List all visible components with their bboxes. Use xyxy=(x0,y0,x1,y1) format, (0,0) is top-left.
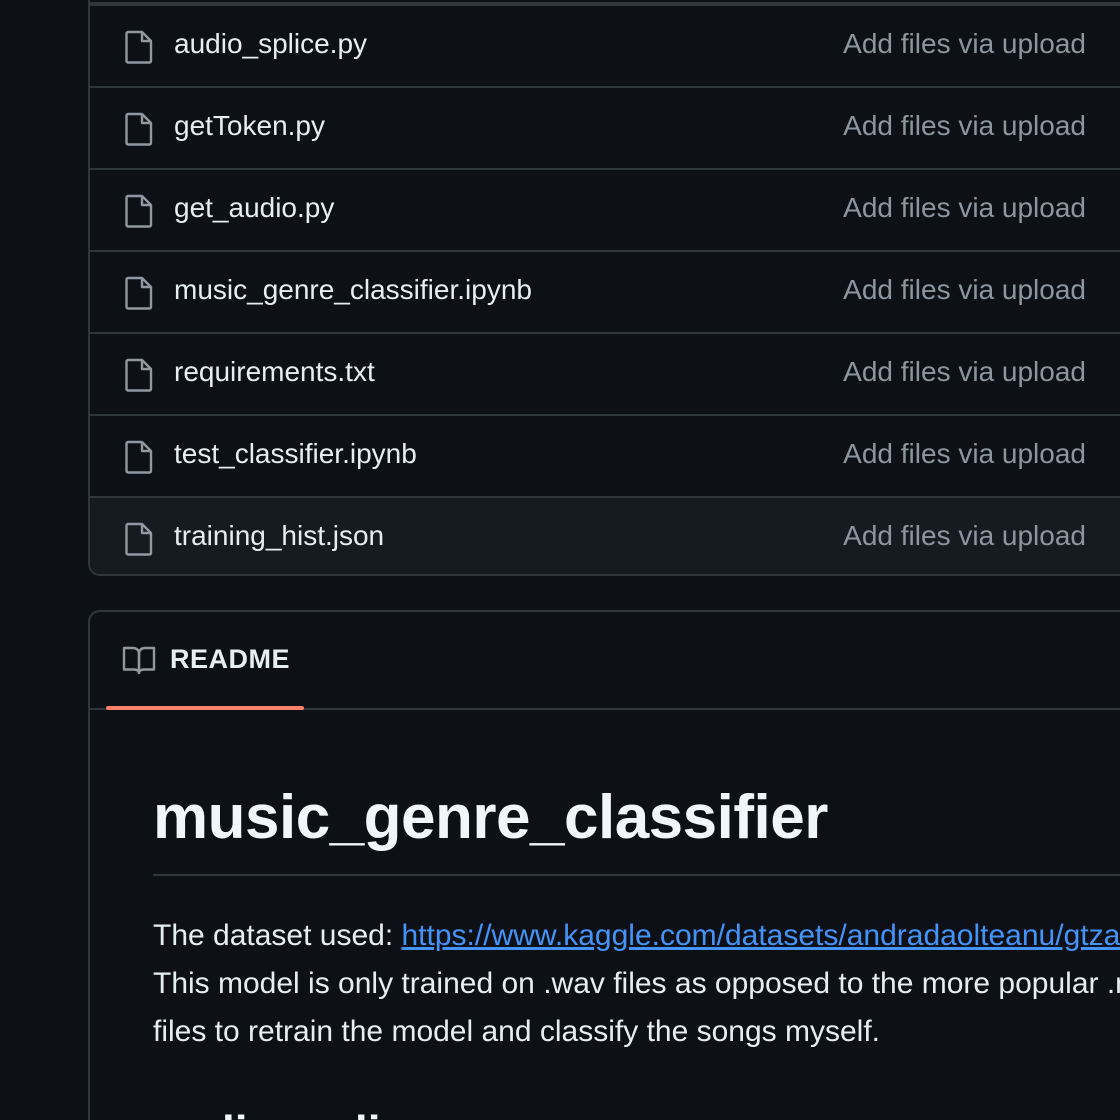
file-icon xyxy=(125,276,153,310)
dataset-prefix-text: The dataset used: xyxy=(153,919,402,952)
file-name-link[interactable]: requirements.txt xyxy=(174,354,375,390)
readme-paragraph: The dataset used: https://www.kaggle.com… xyxy=(153,912,1120,1056)
repository-page: audio_splice.py Add files via upload get… xyxy=(0,0,1120,1120)
file-name-link[interactable]: music_genre_classifier.ipynb xyxy=(174,272,532,308)
commit-message-link[interactable]: Add files via upload xyxy=(843,26,1086,62)
file-row[interactable]: requirements.txt Add files via upload xyxy=(90,332,1120,412)
heading-divider xyxy=(153,874,1120,876)
file-name-link[interactable]: audio_splice.py xyxy=(174,26,367,62)
file-icon xyxy=(125,440,153,474)
file-name-link[interactable]: get_audio.py xyxy=(174,190,334,226)
file-icon xyxy=(125,30,153,64)
file-list: audio_splice.py Add files via upload get… xyxy=(88,0,1120,576)
file-row[interactable]: test_classifier.ipynb Add files via uplo… xyxy=(90,414,1120,494)
file-name-link[interactable]: getToken.py xyxy=(174,108,325,144)
file-row[interactable]: get_audio.py Add files via upload xyxy=(90,168,1120,248)
commit-message-link[interactable]: Add files via upload xyxy=(843,354,1086,390)
dataset-link[interactable]: https://www.kaggle.com/datasets/andradao… xyxy=(402,919,1120,952)
file-row[interactable]: audio_splice.py Add files via upload xyxy=(90,4,1120,84)
commit-message-link[interactable]: Add files via upload xyxy=(843,108,1086,144)
readme-panel: README music_genre_classifier The datase… xyxy=(88,610,1120,1120)
file-row[interactable]: getToken.py Add files via upload xyxy=(90,86,1120,166)
file-name-link[interactable]: test_classifier.ipynb xyxy=(174,436,417,472)
section-heading: audio_splice xyxy=(153,1104,432,1120)
file-row[interactable]: training_hist.json Add files via upload xyxy=(90,496,1120,574)
readme-header: README xyxy=(90,612,1120,710)
tab-readme[interactable]: README xyxy=(106,612,304,710)
commit-message-link[interactable]: Add files via upload xyxy=(843,272,1086,308)
commit-message-link[interactable]: Add files via upload xyxy=(843,518,1086,554)
file-icon xyxy=(125,358,153,392)
file-icon xyxy=(125,112,153,146)
commit-message-link[interactable]: Add files via upload xyxy=(843,190,1086,226)
readme-title: music_genre_classifier xyxy=(153,783,828,852)
commit-message-link[interactable]: Add files via upload xyxy=(843,436,1086,472)
tab-readme-label: README xyxy=(170,644,291,674)
paragraph-line: This model is only trained on .wav files… xyxy=(153,967,1120,1000)
file-name-link[interactable]: training_hist.json xyxy=(174,518,384,554)
file-row[interactable]: music_genre_classifier.ipynb Add files v… xyxy=(90,250,1120,330)
active-tab-indicator xyxy=(106,706,304,710)
book-icon xyxy=(122,646,156,675)
file-icon xyxy=(125,194,153,228)
file-icon xyxy=(125,522,153,556)
paragraph-line: files to retrain the model and classify … xyxy=(153,1015,881,1048)
